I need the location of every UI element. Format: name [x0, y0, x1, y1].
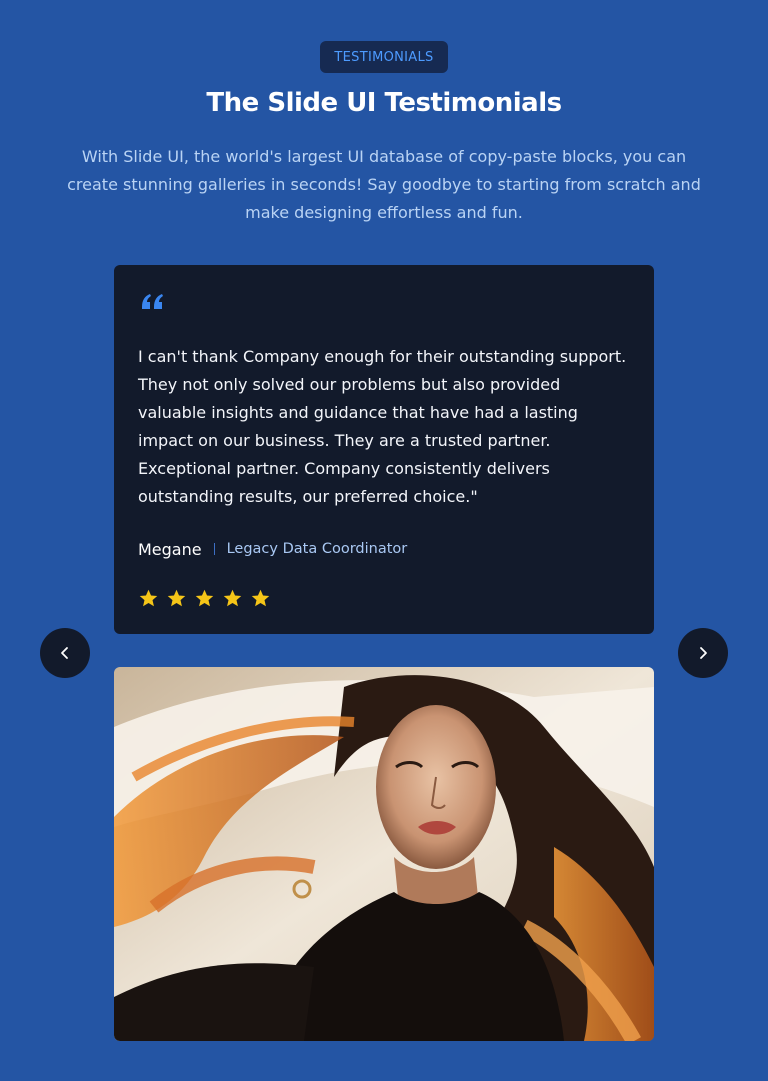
chevron-left-icon: [61, 647, 68, 659]
star-icon: [195, 589, 214, 607]
portrait-image: [114, 667, 654, 1041]
testimonial-photo: [114, 667, 654, 1041]
star-icon: [251, 589, 270, 607]
author-divider: [213, 543, 215, 555]
quote-icon: [142, 294, 163, 309]
next-slide-button[interactable]: [678, 628, 728, 678]
section-subtitle: With Slide UI, the world's largest UI da…: [67, 147, 701, 222]
author-role: Legacy Data Coordinator: [226, 541, 408, 557]
star-icon: [167, 589, 186, 607]
section-title: The Slide UI Testimonials: [206, 88, 562, 118]
chevron-right-icon: [700, 647, 707, 659]
star-icon: [139, 589, 158, 607]
author-name: Megane: [138, 539, 202, 559]
testimonials-section: TESTIMONIALS The Slide UI Testimonials W…: [0, 0, 768, 1081]
author-info: Megane Legacy Data Coordinator: [138, 536, 407, 562]
star-icon: [223, 589, 242, 607]
star-rating: [138, 588, 271, 609]
section-badge: TESTIMONIALS: [320, 41, 448, 73]
testimonial-text: I can't thank Company enough for their o…: [138, 347, 627, 506]
testimonial-card: I can't thank Company enough for their o…: [114, 265, 654, 634]
previous-slide-button[interactable]: [40, 628, 90, 678]
